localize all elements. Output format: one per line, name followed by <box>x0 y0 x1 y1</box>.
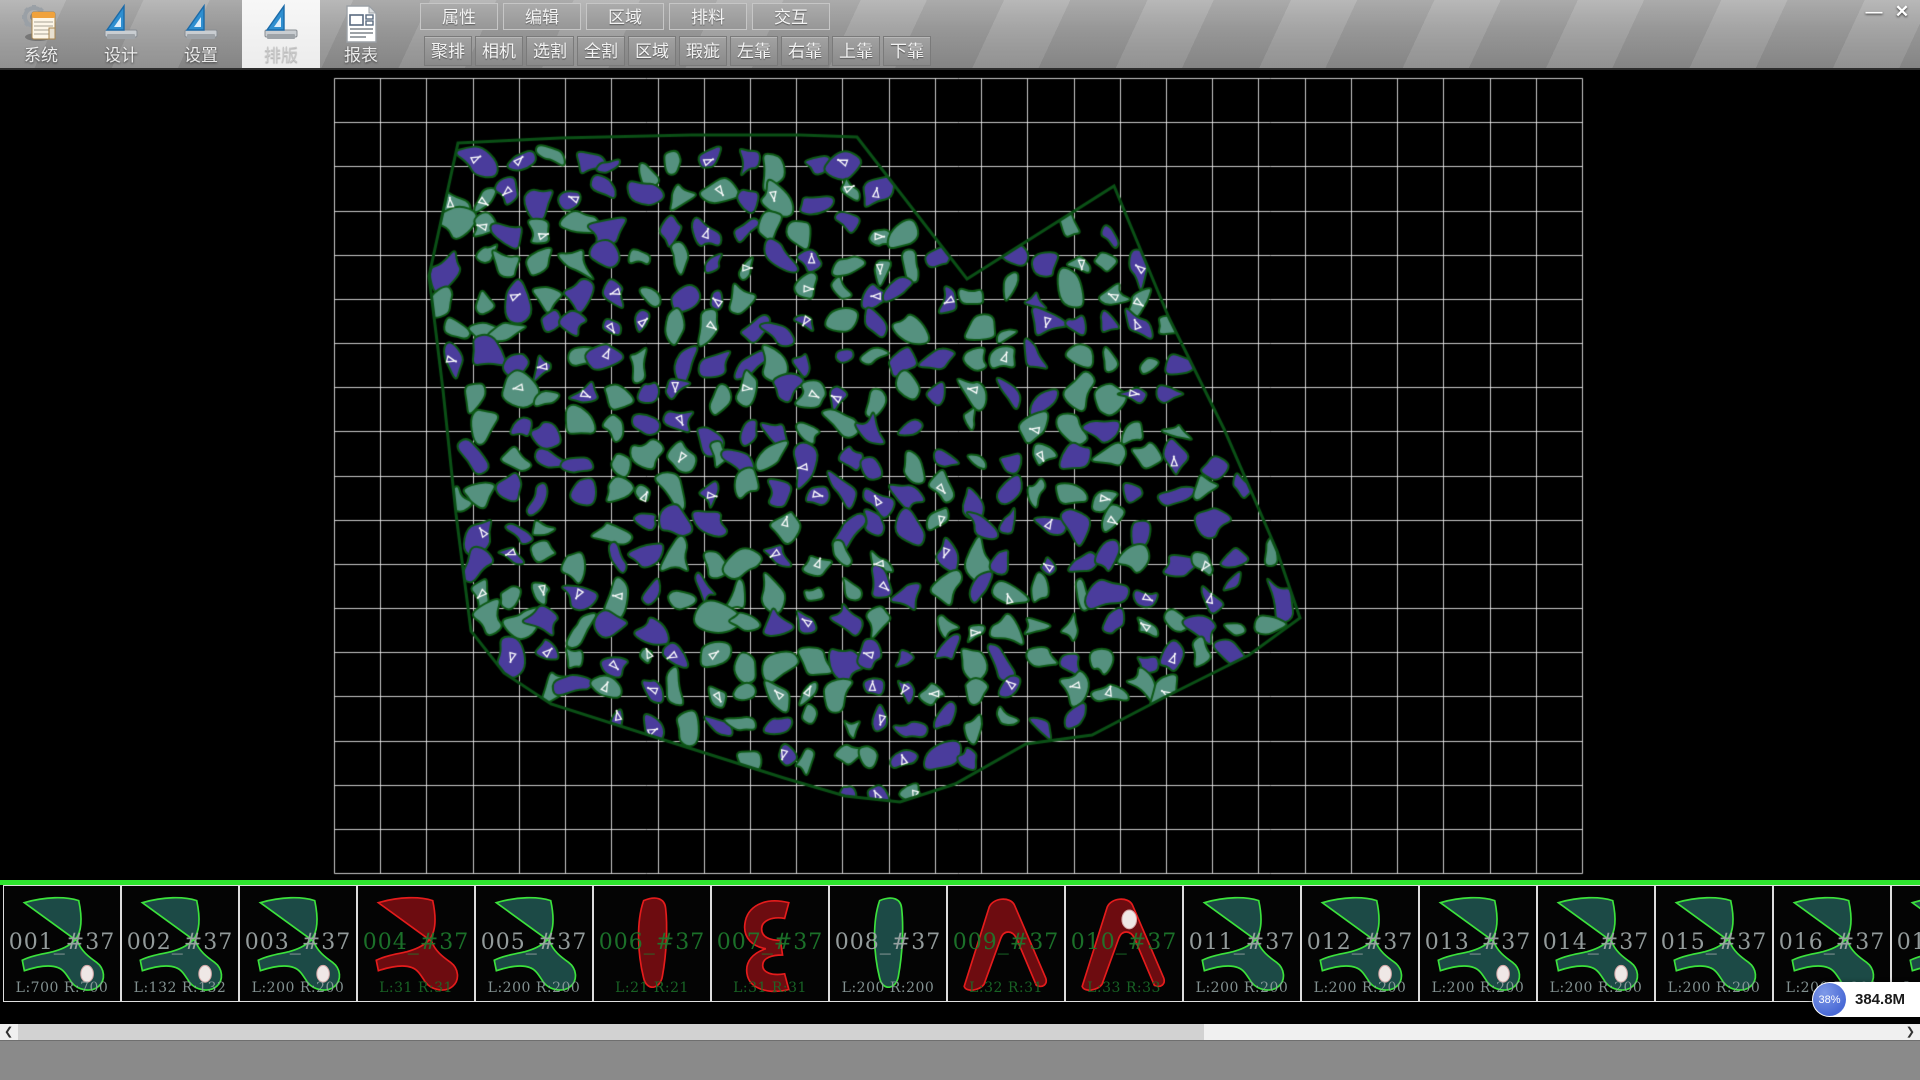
main-button-3[interactable]: 设置 <box>162 0 240 68</box>
close-button[interactable]: ✕ <box>1888 0 1916 24</box>
nest-canvas[interactable] <box>0 70 1920 880</box>
main-button-label: 设计 <box>82 41 160 66</box>
piece-id-label: 008_#37 <box>830 930 946 955</box>
horizontal-scrollbar[interactable]: ❮ ❯ <box>0 1024 1920 1040</box>
thumbnail-002[interactable]: 002_#37 L:132 R:132 <box>121 885 239 1002</box>
action-button-3[interactable]: 选割 <box>526 36 574 66</box>
piece-lr-count: L:200 R:200 <box>476 980 592 996</box>
main-button-2[interactable]: 设计 <box>82 0 160 68</box>
thumbnail-014[interactable]: 014_#37 L:200 R:200 <box>1537 885 1655 1002</box>
piece-filmstrip[interactable]: 001_#37L:700 R:700002_#37L:132 R:132003_… <box>0 885 1920 1002</box>
thumbnail-001[interactable]: 001_#37 L:700 R:700 <box>3 885 121 1002</box>
main-button-label: 设置 <box>162 41 240 66</box>
piece-id-label: 011_#37 <box>1184 930 1300 955</box>
piece-id-label: 004_#37 <box>358 930 474 955</box>
menu-tab-row: 属性编辑区域排料交互 <box>420 3 830 30</box>
piece-lr-count: L:200 R:200 <box>1420 980 1536 996</box>
piece-lr-count: L:31 R:31 <box>712 980 828 996</box>
piece-id-label: 016_#37 <box>1774 930 1890 955</box>
piece-id-label: 012_#37 <box>1302 930 1418 955</box>
piece-id-label: 017_#37 <box>1892 930 1920 955</box>
memory-percent-circle: 38% <box>1813 983 1846 1016</box>
thumbnail-011[interactable]: 011_#37 L:200 R:200 <box>1183 885 1301 1002</box>
thumbnail-015[interactable]: 015_#37 L:200 R:200 <box>1655 885 1773 1002</box>
app-window: { "window": { "minimize_glyph": "—", "cl… <box>0 0 1920 1080</box>
thumbnail-003[interactable]: 003_#37 L:200 R:200 <box>239 885 357 1002</box>
scroll-left-arrow-icon[interactable]: ❮ <box>4 1024 13 1040</box>
action-button-4[interactable]: 全割 <box>577 36 625 66</box>
menu-tab-4[interactable]: 排料 <box>669 3 747 30</box>
thumbnail-010[interactable]: 010_#37 L:33 R:33 <box>1065 885 1183 1002</box>
main-button-label: 系统 <box>2 41 80 66</box>
action-button-7[interactable]: 左靠 <box>730 36 778 66</box>
piece-lr-count: L:700 R:700 <box>4 980 120 996</box>
piece-id-label: 005_#37 <box>476 930 592 955</box>
main-button-1[interactable]: 系统 <box>2 0 80 68</box>
action-button-9[interactable]: 上靠 <box>832 36 880 66</box>
main-toolbar: 系统设计设置排版报表 属性编辑区域排料交互 聚排相机选割全割区域瑕疵左靠右靠上靠… <box>0 0 1920 70</box>
piece-lr-count: L:200 R:200 <box>1184 980 1300 996</box>
piece-lr-count: L:33 R:33 <box>1066 980 1182 996</box>
action-button-8[interactable]: 右靠 <box>781 36 829 66</box>
piece-id-label: 001_#37 <box>4 930 120 955</box>
thumbnail-013[interactable]: 013_#37 L:200 R:200 <box>1419 885 1537 1002</box>
main-button-label: 排版 <box>242 41 320 66</box>
action-button-6[interactable]: 瑕疵 <box>679 36 727 66</box>
action-button-5[interactable]: 区域 <box>628 36 676 66</box>
main-button-5[interactable]: 报表 <box>322 0 400 68</box>
piece-id-label: 007_#37 <box>712 930 828 955</box>
thumbnail-007[interactable]: 007_#37 L:31 R:31 <box>711 885 829 1002</box>
thumbnail-012[interactable]: 012_#37 L:200 R:200 <box>1301 885 1419 1002</box>
piece-lr-count: L:32 R:31 <box>948 980 1064 996</box>
main-button-group: 系统设计设置排版报表 <box>2 0 400 68</box>
piece-lr-count: L:200 R:200 <box>1538 980 1654 996</box>
piece-lr-count: L:200 R:200 <box>1656 980 1772 996</box>
piece-id-label: 006_#37 <box>594 930 710 955</box>
memory-badge: 38% 384.8M <box>1812 982 1920 1017</box>
piece-lr-count: L:132 R:132 <box>122 980 238 996</box>
piece-id-label: 013_#37 <box>1420 930 1536 955</box>
menu-tab-2[interactable]: 编辑 <box>503 3 581 30</box>
action-button-10[interactable]: 下靠 <box>883 36 931 66</box>
piece-lr-count: L:200 R:200 <box>830 980 946 996</box>
piece-id-label: 002_#37 <box>122 930 238 955</box>
memory-value: 384.8M <box>1855 991 1905 1008</box>
thumbnail-006[interactable]: 006_#37 L:21 R:21 <box>593 885 711 1002</box>
menu-tab-5[interactable]: 交互 <box>752 3 830 30</box>
piece-lr-count: L:31 R:31 <box>358 980 474 996</box>
window-controls: — ✕ <box>1860 0 1916 24</box>
piece-id-label: 010_#37 <box>1066 930 1182 955</box>
thumbnail-005[interactable]: 005_#37 L:200 R:200 <box>475 885 593 1002</box>
menu-tab-1[interactable]: 属性 <box>420 3 498 30</box>
piece-id-label: 015_#37 <box>1656 930 1772 955</box>
main-button-4[interactable]: 排版 <box>242 0 320 68</box>
thumbnail-004[interactable]: 004_#37 L:31 R:31 <box>357 885 475 1002</box>
thumbnail-009[interactable]: 009_#37 L:32 R:31 <box>947 885 1065 1002</box>
thumbnail-008[interactable]: 008_#37 L:200 R:200 <box>829 885 947 1002</box>
piece-id-label: 014_#37 <box>1538 930 1654 955</box>
action-button-1[interactable]: 聚排 <box>424 36 472 66</box>
minimize-button[interactable]: — <box>1860 0 1888 24</box>
main-button-label: 报表 <box>322 41 400 66</box>
action-button-row: 聚排相机选割全割区域瑕疵左靠右靠上靠下靠 <box>424 36 931 66</box>
piece-lr-count: L:21 R:21 <box>594 980 710 996</box>
scroll-right-arrow-icon[interactable]: ❯ <box>1906 1024 1915 1040</box>
piece-lr-count: L:200 R:200 <box>240 980 356 996</box>
menu-tab-3[interactable]: 区域 <box>586 3 664 30</box>
scrollbar-thumb[interactable] <box>18 1024 1204 1040</box>
status-bar <box>0 1040 1920 1080</box>
piece-id-label: 003_#37 <box>240 930 356 955</box>
piece-id-label: 009_#37 <box>948 930 1064 955</box>
piece-lr-count: L:200 R:200 <box>1302 980 1418 996</box>
action-button-2[interactable]: 相机 <box>475 36 523 66</box>
